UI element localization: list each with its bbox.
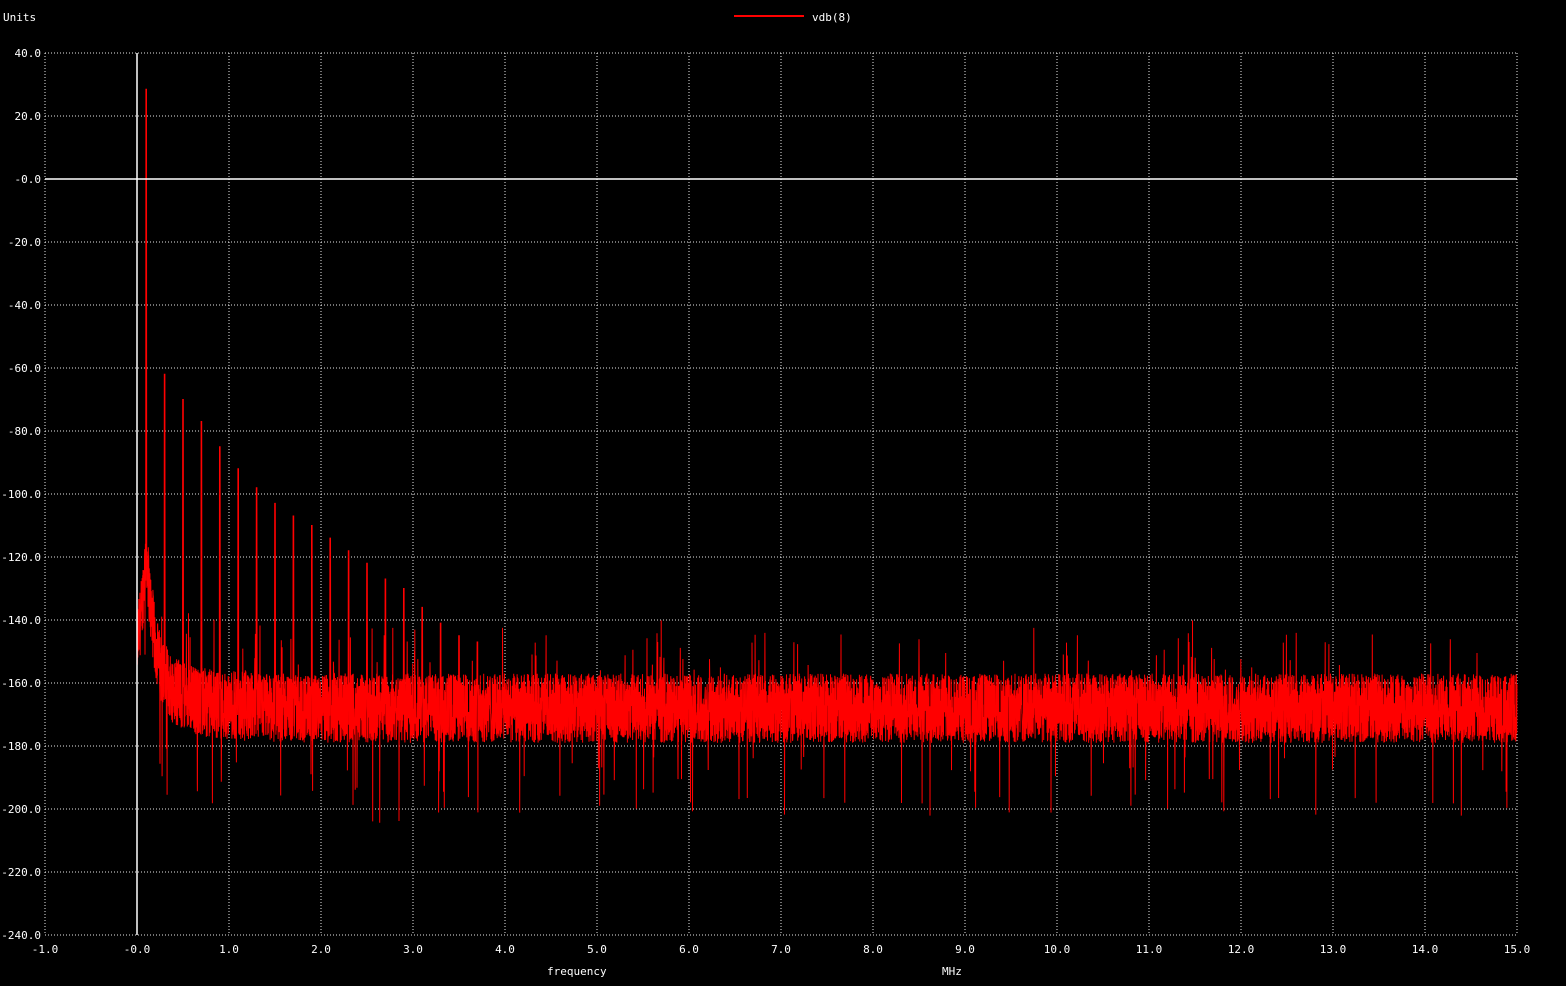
x-tick-label: 11.0: [1136, 943, 1163, 956]
y-tick-label: -60.0: [8, 362, 41, 375]
x-tick-label: 8.0: [863, 943, 883, 956]
y-tick-label: -240.0: [1, 929, 41, 942]
y-tick-label: 40.0: [15, 47, 42, 60]
y-tick-label: -40.0: [8, 299, 41, 312]
spectrum-plot: Units vdb(8) 40.0 20.0 -0.0 -20.0 -40.0 -60.0…: [1, 11, 1531, 978]
x-tick-label: 14.0: [1412, 943, 1439, 956]
y-tick-label: -160.0: [1, 677, 41, 690]
x-tick-label: 15.0: [1504, 943, 1531, 956]
grid: [44, 52, 1518, 936]
legend: vdb(8): [734, 11, 852, 24]
x-axis-unit: MHz: [942, 965, 962, 978]
y-tick-label: -100.0: [1, 488, 41, 501]
y-tick-labels: 40.0 20.0 -0.0 -20.0 -40.0 -60.0 -80.0 -100.0 -1…: [1, 47, 41, 942]
y-tick-label: -80.0: [8, 425, 41, 438]
y-tick-label: -0.0: [15, 173, 42, 186]
x-tick-label: 6.0: [679, 943, 699, 956]
series-vdb-8-trace: [136, 88, 1518, 823]
x-tick-label: 10.0: [1044, 943, 1071, 956]
legend-label: vdb(8): [812, 11, 852, 24]
y-tick-label: -140.0: [1, 614, 41, 627]
x-tick-label: 13.0: [1320, 943, 1347, 956]
x-axis-label: frequency: [547, 965, 607, 978]
y-tick-label: -200.0: [1, 803, 41, 816]
x-tick-label: 1.0: [219, 943, 239, 956]
x-tick-label: -0.0: [124, 943, 151, 956]
y-tick-label: -120.0: [1, 551, 41, 564]
y-tick-label: -220.0: [1, 866, 41, 879]
x-tick-label: 7.0: [771, 943, 791, 956]
y-tick-label: -20.0: [8, 236, 41, 249]
x-tick-label: 12.0: [1228, 943, 1255, 956]
x-tick-labels: -1.0 -0.0 1.0 2.0 3.0 4.0 5.0 6.0 7.0 8.0 9.0 10.0 1…: [32, 943, 1531, 956]
x-tick-label: -1.0: [32, 943, 59, 956]
x-tick-label: 4.0: [495, 943, 515, 956]
y-tick-label: 20.0: [15, 110, 42, 123]
y-tick-label: -180.0: [1, 740, 41, 753]
x-tick-label: 5.0: [587, 943, 607, 956]
x-tick-label: 3.0: [403, 943, 423, 956]
x-tick-label: 2.0: [311, 943, 331, 956]
y-axis-label: Units: [3, 11, 36, 24]
x-tick-label: 9.0: [955, 943, 975, 956]
